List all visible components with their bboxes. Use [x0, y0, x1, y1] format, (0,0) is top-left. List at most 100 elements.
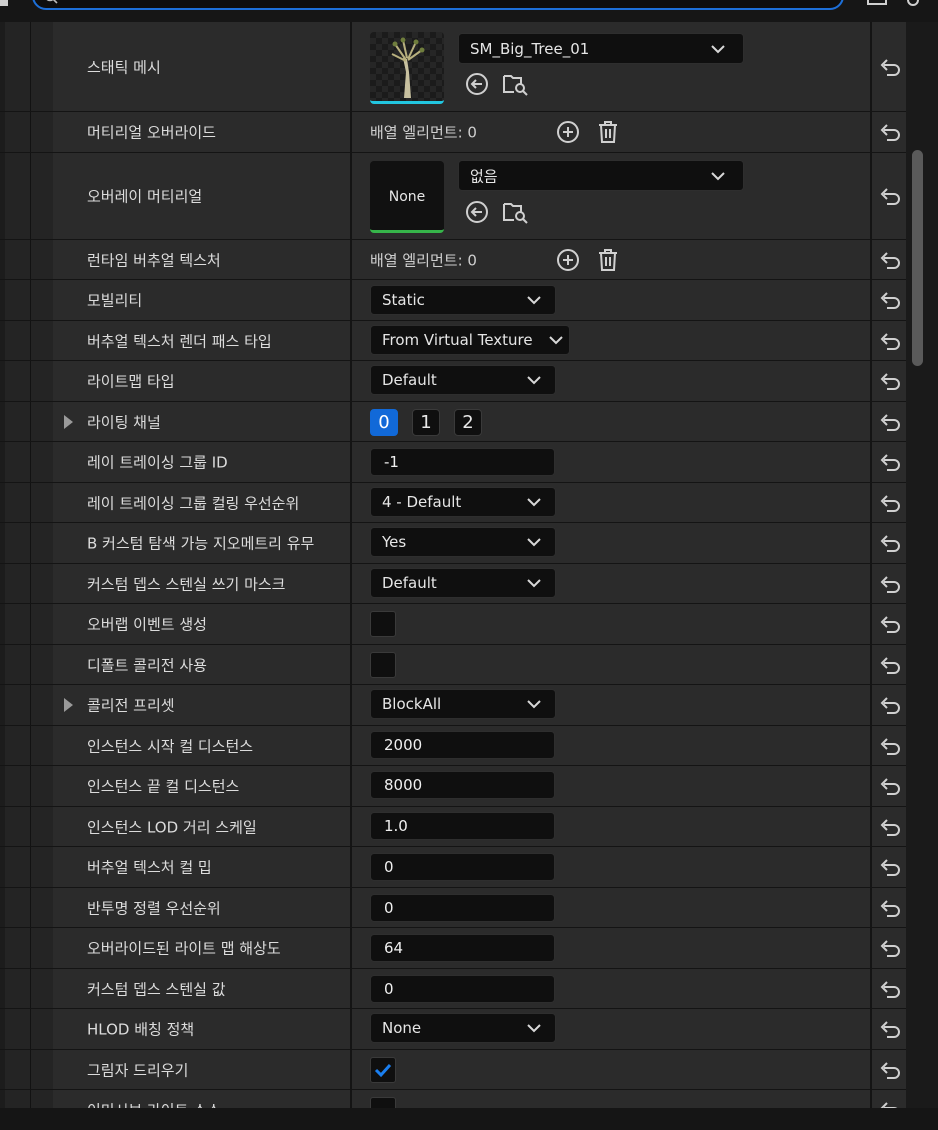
chevron-down-icon	[527, 296, 541, 305]
instance-end-cull-input[interactable]: 8000	[370, 771, 555, 799]
lightmap-resolution-input[interactable]: 64	[370, 934, 555, 962]
tree-icon	[391, 37, 425, 98]
row-lighting-channel: 라이팅 채널 0 1 2	[0, 402, 906, 442]
reset-to-default-icon[interactable]	[879, 655, 901, 675]
top-bar	[0, 0, 938, 22]
chevron-down-icon	[527, 538, 541, 547]
menu-icon[interactable]	[0, 0, 22, 12]
reset-to-default-icon[interactable]	[879, 371, 901, 391]
use-selected-asset-icon[interactable]	[465, 72, 489, 96]
vt-render-pass-dropdown[interactable]: From Virtual Texture	[370, 325, 570, 355]
mobility-dropdown[interactable]: Static	[370, 285, 556, 315]
reset-to-default-icon[interactable]	[879, 898, 901, 918]
expand-arrow-icon[interactable]	[64, 698, 73, 712]
grid-view-icon[interactable]	[866, 0, 888, 12]
translucency-sort-input[interactable]: 0	[370, 894, 555, 922]
settings-gear-icon[interactable]	[902, 0, 924, 12]
reset-to-default-icon[interactable]	[879, 412, 901, 432]
reset-to-default-icon[interactable]	[879, 938, 901, 958]
property-label: 인스턴스 LOD 거리 스케일	[87, 818, 257, 836]
expand-arrow-icon[interactable]	[64, 414, 73, 429]
row-lightmap-type: 라이트맵 타입 Default	[0, 361, 906, 402]
reset-to-default-icon[interactable]	[879, 776, 901, 796]
row-cast-shadow: 그림자 드리우기	[0, 1050, 906, 1090]
instance-lod-scale-input[interactable]: 1.0	[370, 812, 555, 840]
reset-to-default-icon[interactable]	[879, 736, 901, 756]
reset-to-default-icon[interactable]	[879, 290, 901, 310]
property-label: 런타임 버추얼 텍스처	[87, 251, 221, 269]
reset-to-default-icon[interactable]	[879, 695, 901, 715]
browse-asset-icon[interactable]	[503, 72, 529, 96]
delete-all-icon[interactable]	[597, 120, 619, 144]
static-mesh-dropdown[interactable]: SM_Big_Tree_01	[458, 33, 744, 64]
chevron-down-icon	[527, 579, 541, 588]
depth-stencil-mask-dropdown[interactable]: Default	[370, 568, 556, 598]
row-custom-depth-stencil-value: 커스텀 뎁스 스텐실 값 0	[0, 969, 906, 1009]
thumbnail-none-text: None	[388, 189, 426, 205]
reset-to-default-icon[interactable]	[879, 186, 901, 206]
chevron-down-icon	[711, 45, 725, 54]
hlod-batching-dropdown[interactable]: None	[370, 1013, 556, 1043]
row-overridden-lightmap-res: 오버라이드된 라이트 맵 해상도 64	[0, 928, 906, 969]
add-element-icon[interactable]	[556, 248, 580, 272]
row-translucency-sort: 반투명 정렬 우선순위 0	[0, 888, 906, 928]
collision-presets-dropdown[interactable]: BlockAll	[370, 689, 556, 719]
reset-to-default-icon[interactable]	[879, 979, 901, 999]
property-label: B 커스텀 탐색 가능 지오메트리 유무	[87, 534, 315, 553]
ray-tracing-group-id-input[interactable]: -1	[370, 448, 555, 476]
reset-to-default-icon[interactable]	[879, 857, 901, 877]
depth-stencil-value-input[interactable]: 0	[370, 975, 555, 1003]
reset-to-default-icon[interactable]	[879, 452, 901, 472]
checkmark-icon	[374, 1063, 392, 1078]
property-label: 그림자 드리우기	[87, 1061, 189, 1079]
reset-to-default-icon[interactable]	[879, 1100, 901, 1109]
static-mesh-name: SM_Big_Tree_01	[470, 39, 590, 58]
reset-to-default-icon[interactable]	[879, 817, 901, 837]
browse-asset-icon[interactable]	[503, 200, 529, 224]
reset-to-default-icon[interactable]	[879, 533, 901, 553]
lighting-channel-2[interactable]: 2	[454, 409, 482, 436]
row-ray-tracing-group-id: 레이 트레이싱 그룹 ID -1	[0, 442, 906, 483]
details-panel: 스태틱 메시 SM_Big_Tree_01 머티리얼 오버라이드 배열 엘리먼트…	[0, 22, 906, 1108]
material-thumbnail[interactable]: None	[370, 161, 444, 233]
reset-to-default-icon[interactable]	[879, 614, 901, 634]
reset-to-default-icon[interactable]	[879, 122, 901, 142]
lightmap-type-dropdown[interactable]: Default	[370, 365, 556, 395]
reset-to-default-icon[interactable]	[879, 1019, 901, 1039]
lighting-channel-1[interactable]: 1	[412, 409, 440, 436]
lighting-channel-0[interactable]: 0	[370, 409, 398, 436]
vertical-scrollbar[interactable]	[906, 22, 938, 1108]
cast-shadow-checkbox[interactable]	[370, 1057, 396, 1083]
emissive-light-checkbox[interactable]	[370, 1097, 396, 1108]
mesh-thumbnail[interactable]	[370, 32, 444, 104]
row-instance-end-cull: 인스턴스 끝 컬 디스턴스 8000	[0, 766, 906, 807]
add-element-icon[interactable]	[556, 120, 580, 144]
overlay-material-dropdown[interactable]: 없음	[458, 160, 744, 191]
overlap-events-checkbox[interactable]	[370, 611, 396, 637]
search-input[interactable]	[32, 0, 844, 10]
vt-cull-mips-input[interactable]: 0	[370, 853, 555, 881]
property-label: 디폴트 콜리전 사용	[87, 656, 207, 674]
reset-to-default-icon[interactable]	[879, 493, 901, 513]
row-hlod-batching: HLOD 배칭 정책 None	[0, 1009, 906, 1050]
chevron-down-icon	[527, 1024, 541, 1033]
scrollbar-thumb[interactable]	[912, 150, 923, 366]
navigable-geometry-dropdown[interactable]: Yes	[370, 527, 556, 557]
property-label: 라이트맵 타입	[87, 372, 175, 391]
reset-to-default-icon[interactable]	[879, 250, 901, 270]
reset-to-default-icon[interactable]	[879, 57, 901, 77]
property-label: 오버라이드된 라이트 맵 해상도	[87, 939, 281, 958]
array-element-count: 배열 엘리먼트: 0	[370, 251, 477, 269]
use-selected-asset-icon[interactable]	[465, 200, 489, 224]
ray-tracing-cull-priority-dropdown[interactable]: 4 - Default	[370, 487, 556, 517]
reset-to-default-icon[interactable]	[879, 331, 901, 351]
instance-start-cull-input[interactable]: 2000	[370, 731, 555, 759]
row-custom-navigable-geometry: B 커스텀 탐색 가능 지오메트리 유무 Yes	[0, 523, 906, 564]
row-ray-tracing-cull-priority: 레이 트레이싱 그룹 컬링 우선순위 4 - Default	[0, 483, 906, 523]
reset-to-default-icon[interactable]	[879, 1060, 901, 1080]
property-label: 오버랩 이벤트 생성	[87, 615, 207, 634]
reset-to-default-icon[interactable]	[879, 574, 901, 594]
default-collision-checkbox[interactable]	[370, 652, 396, 678]
delete-all-icon[interactable]	[597, 248, 619, 272]
property-label: 오버레이 머티리얼	[87, 187, 203, 206]
